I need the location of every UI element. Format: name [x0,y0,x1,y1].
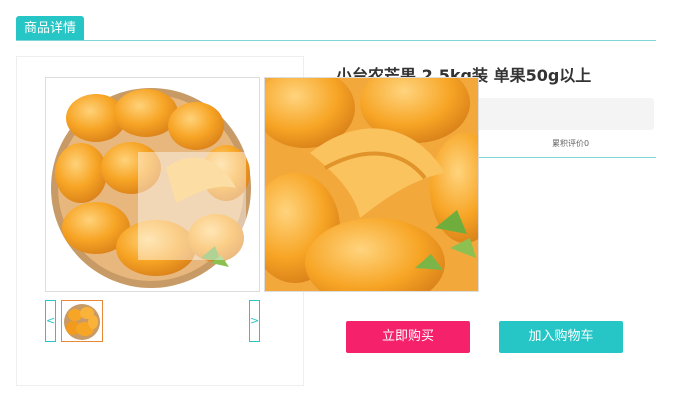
header-divider [16,40,656,41]
review-count: 累积评价0 [552,139,590,148]
thumbnail-next-button[interactable]: > [249,300,260,342]
zoom-lens[interactable] [138,152,246,260]
thumbnail-prev-button[interactable]: < [45,300,56,342]
buy-now-button[interactable]: 立即购买 [346,321,470,353]
main-product-image[interactable] [45,77,260,292]
add-to-cart-button[interactable]: 加入购物车 [499,321,623,353]
zoom-preview [264,77,479,292]
mango-zoom-image [265,78,478,291]
tab-product-details[interactable]: 商品详情 [16,16,84,41]
mango-thumbnail-image [64,304,100,340]
thumbnail-item[interactable] [61,300,103,342]
